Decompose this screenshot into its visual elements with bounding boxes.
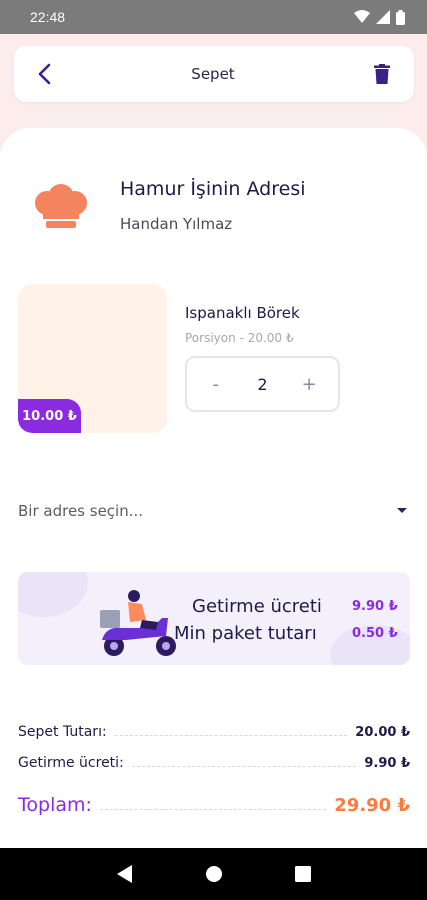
decrement-button[interactable]: - [200, 374, 232, 395]
delivery-row: Getirme ücreti: 9.90 ₺ [18, 749, 410, 771]
min-order-value: 0.50 ₺ [352, 626, 398, 641]
chef-hat-icon [35, 184, 87, 228]
nav-recents-button[interactable] [288, 859, 318, 889]
delivery-fee-label: Getirme ücreti [192, 596, 322, 617]
back-button[interactable] [30, 60, 58, 88]
min-order-label: Min paket tutarı [174, 623, 317, 644]
address-select[interactable]: Bir adres seçin... [18, 496, 408, 526]
subtotal-row: Sepet Tutarı: 20.00 ₺ [18, 718, 410, 740]
address-placeholder: Bir adres seçin... [18, 502, 144, 520]
nav-home-button[interactable] [199, 859, 229, 889]
divider [99, 809, 327, 810]
battery-icon [396, 9, 405, 25]
shop-owner: Handan Yılmaz [120, 215, 233, 233]
price-tag: 10.00 ₺ [18, 399, 81, 433]
delivery-label: Getirme ücreti: [18, 755, 124, 771]
delivery-value: 9.90 ₺ [364, 756, 410, 771]
quantity-value: 2 [257, 374, 268, 394]
total-value: 29.90 ₺ [334, 795, 410, 816]
subtotal-value: 20.00 ₺ [355, 725, 410, 740]
status-bar: 22:48 [0, 0, 427, 34]
product-image: 10.00 ₺ [18, 284, 167, 433]
nav-back-icon [116, 865, 132, 883]
nav-recents-icon [294, 866, 311, 882]
total-row: Toplam: 29.90 ₺ [18, 786, 410, 816]
delivery-info-banner: Getirme ücreti 9.90 ₺ Min paket tutarı 0… [18, 572, 410, 665]
scooter-icon [100, 590, 176, 656]
delete-cart-button[interactable] [368, 60, 396, 88]
total-label: Toplam: [18, 794, 92, 816]
nav-home-icon [205, 866, 222, 882]
dropdown-arrow-icon [397, 508, 407, 513]
app-bar: Sepet [14, 46, 414, 102]
status-time: 22:48 [30, 9, 66, 25]
shop-name: Hamur İşinin Adresi [120, 178, 306, 200]
quantity-stepper: - 2 + [185, 356, 340, 412]
system-nav-bar [0, 848, 427, 900]
cart-card [0, 128, 427, 848]
nav-back-button[interactable] [110, 859, 140, 889]
back-arrow-icon [38, 63, 51, 85]
subtotal-label: Sepet Tutarı: [18, 724, 107, 740]
signal-icon [376, 10, 390, 24]
divider [131, 766, 357, 767]
product-portion: Porsiyon - 20.00 ₺ [185, 331, 294, 345]
page-title: Sepet [191, 65, 235, 83]
status-icons [354, 9, 405, 25]
banner-decoration [18, 572, 88, 617]
trash-icon [373, 64, 390, 84]
wifi-icon [354, 10, 370, 23]
increment-button[interactable]: + [293, 374, 325, 395]
delivery-fee-value: 9.90 ₺ [352, 599, 398, 614]
product-name: Ispanaklı Börek [185, 304, 300, 322]
divider [114, 735, 348, 736]
